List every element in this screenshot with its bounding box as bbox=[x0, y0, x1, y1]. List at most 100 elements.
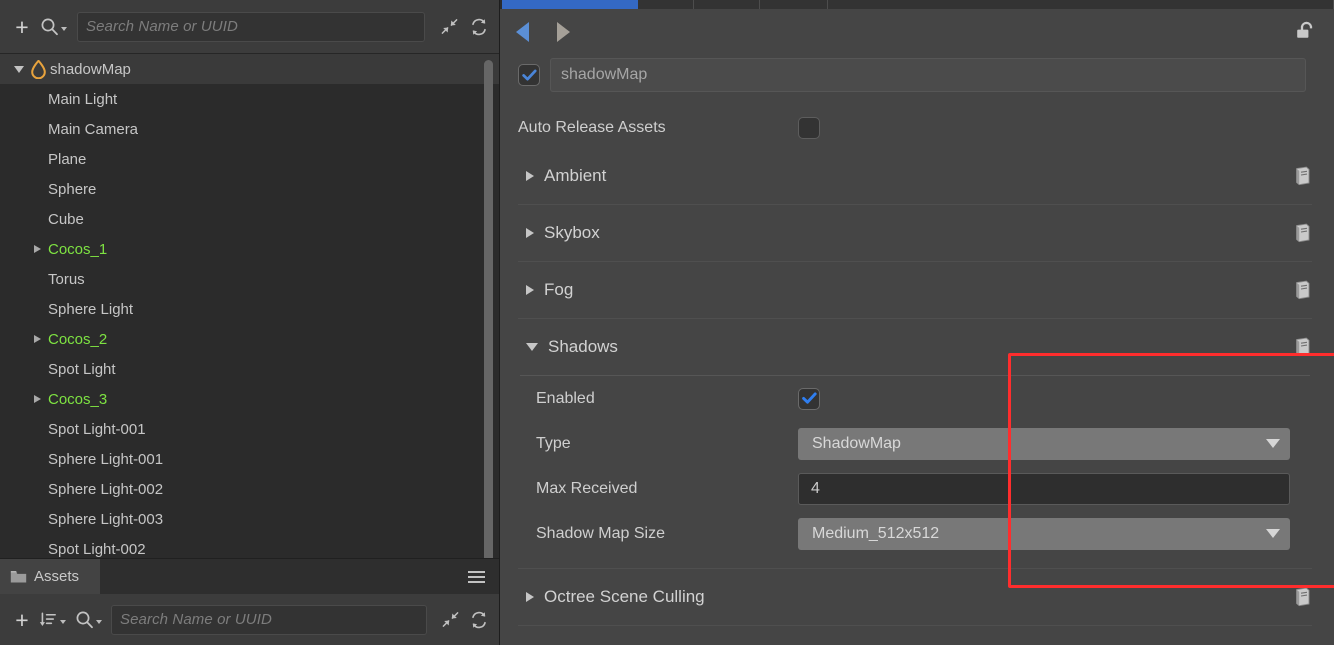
nav-back-icon[interactable] bbox=[516, 21, 529, 42]
inspector-navbar bbox=[500, 9, 1334, 54]
chevron-down-icon bbox=[1266, 439, 1280, 448]
hierarchy-node-sphere[interactable]: Sphere bbox=[0, 174, 499, 204]
hierarchy-node-cocos-3[interactable]: Cocos_3 bbox=[0, 384, 499, 414]
hierarchy-node-label: Main Light bbox=[48, 90, 118, 108]
assets-menu-button[interactable] bbox=[468, 570, 485, 583]
hierarchy-node-main-light[interactable]: Main Light bbox=[0, 84, 499, 114]
chevron-right-icon bbox=[526, 592, 534, 602]
hamburger-menu-icon bbox=[468, 570, 485, 573]
hierarchy-toolbar: + Search Name or UUID bbox=[0, 0, 499, 54]
tab-assets[interactable]: Assets bbox=[0, 559, 100, 594]
auto-release-assets-checkbox[interactable] bbox=[798, 117, 820, 139]
section-title: Fog bbox=[544, 280, 574, 299]
help-book-icon[interactable] bbox=[1293, 280, 1312, 300]
hierarchy-node-sphere-light-001[interactable]: Sphere Light-001 bbox=[0, 444, 499, 474]
hierarchy-and-assets-pane: + Search Name or UUID shadowMap Main Lig… bbox=[0, 0, 500, 645]
hierarchy-node-sphere-light-002[interactable]: Sphere Light-002 bbox=[0, 474, 499, 504]
inspector-tab-3[interactable] bbox=[760, 0, 828, 9]
shadows-max-received-value: 4 bbox=[811, 479, 820, 497]
section-header-octree-scene-culling[interactable]: Octree Scene Culling bbox=[518, 569, 1312, 625]
hierarchy-scrollbar[interactable] bbox=[484, 60, 493, 558]
help-book-icon[interactable] bbox=[1293, 166, 1312, 186]
collapse-all-icon bbox=[441, 19, 457, 34]
help-book-icon[interactable] bbox=[1293, 223, 1312, 243]
hierarchy-node-label: Cube bbox=[48, 210, 84, 228]
assets-refresh-button[interactable] bbox=[467, 608, 491, 632]
assets-collapse-all-button[interactable] bbox=[438, 608, 462, 632]
hierarchy-node-spot-light-002[interactable]: Spot Light-002 bbox=[0, 534, 499, 558]
shadows-fields: Enabled Type ShadowMap Max Received 4 Shadow … bbox=[518, 376, 1312, 568]
hierarchy-search-filter-button[interactable] bbox=[40, 17, 67, 36]
unlock-icon[interactable] bbox=[1294, 20, 1316, 44]
hierarchy-node-label: Sphere Light bbox=[48, 300, 134, 318]
hierarchy-node-spot-light[interactable]: Spot Light bbox=[0, 354, 499, 384]
inspector-tab-0[interactable] bbox=[502, 0, 638, 9]
hierarchy-refresh-button[interactable] bbox=[467, 15, 491, 39]
hierarchy-collapse-all-button[interactable] bbox=[437, 15, 461, 39]
refresh-icon bbox=[472, 18, 486, 35]
hierarchy-search-input[interactable]: Search Name or UUID bbox=[77, 11, 425, 42]
assets-tabbar-filler bbox=[100, 559, 499, 594]
shadows-max-received-input[interactable]: 4 bbox=[798, 472, 1290, 505]
section-header-ambient[interactable]: Ambient bbox=[518, 148, 1312, 204]
inspector-tabstrip[interactable] bbox=[500, 0, 1334, 9]
inspector-body: shadowMap Auto Release Assets Ambient Sk… bbox=[500, 9, 1334, 645]
hierarchy-node-plane[interactable]: Plane bbox=[0, 144, 499, 174]
help-book-icon[interactable] bbox=[1293, 337, 1312, 357]
auto-release-assets-label: Auto Release Assets bbox=[518, 119, 666, 136]
inspector-pane: shadowMap Auto Release Assets Ambient Sk… bbox=[500, 0, 1334, 645]
shadows-shadow-map-size-value: Medium_512x512 bbox=[812, 524, 940, 542]
shadows-row-shadow-map-size: Shadow Map Size Medium_512x512 bbox=[518, 511, 1312, 556]
shadows-shadow-map-size-dropdown[interactable]: Medium_512x512 bbox=[798, 517, 1290, 550]
hierarchy-node-cocos-1[interactable]: Cocos_1 bbox=[0, 234, 499, 264]
assets-add-button[interactable]: + bbox=[10, 608, 34, 632]
checkmark-icon bbox=[801, 392, 817, 404]
auto-release-assets-row: Auto Release Assets bbox=[500, 108, 1334, 148]
node-expand-toggle[interactable] bbox=[28, 245, 46, 253]
shadows-shadow-map-size-label: Shadow Map Size bbox=[536, 524, 665, 542]
hierarchy-node-sphere-light-003[interactable]: Sphere Light-003 bbox=[0, 504, 499, 534]
section-header-fog[interactable]: Fog bbox=[518, 262, 1312, 318]
assets-search-filter-button[interactable] bbox=[75, 610, 102, 629]
hierarchy-node-shadowmap[interactable]: shadowMap bbox=[0, 54, 499, 84]
scene-name-input[interactable]: shadowMap bbox=[550, 58, 1306, 92]
folder-icon bbox=[10, 570, 27, 582]
node-collapse-toggle[interactable] bbox=[10, 65, 28, 73]
hierarchy-node-label: Sphere Light-002 bbox=[48, 480, 164, 498]
hierarchy-node-spot-light-001[interactable]: Spot Light-001 bbox=[0, 414, 499, 444]
help-book-icon[interactable] bbox=[1293, 587, 1312, 607]
scene-enabled-checkbox[interactable] bbox=[518, 64, 540, 86]
hierarchy-node-torus[interactable]: Torus bbox=[0, 264, 499, 294]
chevron-right-icon bbox=[526, 171, 534, 181]
assets-tabbar: Assets bbox=[0, 558, 499, 594]
shadows-type-dropdown[interactable]: ShadowMap bbox=[798, 427, 1290, 460]
section-header-shadows[interactable]: Shadows bbox=[518, 319, 1312, 375]
chevron-right-icon bbox=[526, 228, 534, 238]
hierarchy-node-main-camera[interactable]: Main Camera bbox=[0, 114, 499, 144]
shadows-enabled-checkbox[interactable] bbox=[798, 387, 820, 410]
assets-sort-button[interactable] bbox=[39, 610, 66, 629]
scene-flame-icon bbox=[28, 59, 48, 79]
section-title: Skybox bbox=[544, 223, 600, 242]
refresh-icon bbox=[472, 611, 486, 628]
node-expand-toggle[interactable] bbox=[28, 335, 46, 343]
hierarchy-node-label: Cocos_1 bbox=[48, 240, 108, 258]
chevron-right-icon bbox=[526, 285, 534, 295]
shadows-row-enabled: Enabled bbox=[518, 376, 1312, 421]
hierarchy-node-cube[interactable]: Cube bbox=[0, 204, 499, 234]
section-title: Ambient bbox=[544, 166, 607, 185]
inspector-tab-1[interactable] bbox=[638, 0, 694, 9]
hierarchy-node-label: Sphere bbox=[48, 180, 97, 198]
nav-forward-icon[interactable] bbox=[557, 21, 570, 42]
shadows-type-label: Type bbox=[536, 434, 571, 452]
add-node-button[interactable]: + bbox=[10, 15, 34, 39]
assets-search-input[interactable]: Search Name or UUID bbox=[111, 604, 427, 635]
section-header-skybox[interactable]: Skybox bbox=[518, 205, 1312, 261]
hierarchy-tree[interactable]: shadowMap Main Light Main Camera Plane Spher… bbox=[0, 54, 499, 558]
hierarchy-node-label: Spot Light-002 bbox=[48, 540, 146, 558]
hierarchy-node-cocos-2[interactable]: Cocos_2 bbox=[0, 324, 499, 354]
inspector-tab-2[interactable] bbox=[694, 0, 760, 9]
chevron-down-icon bbox=[526, 343, 538, 351]
node-expand-toggle[interactable] bbox=[28, 395, 46, 403]
hierarchy-node-sphere-light[interactable]: Sphere Light bbox=[0, 294, 499, 324]
